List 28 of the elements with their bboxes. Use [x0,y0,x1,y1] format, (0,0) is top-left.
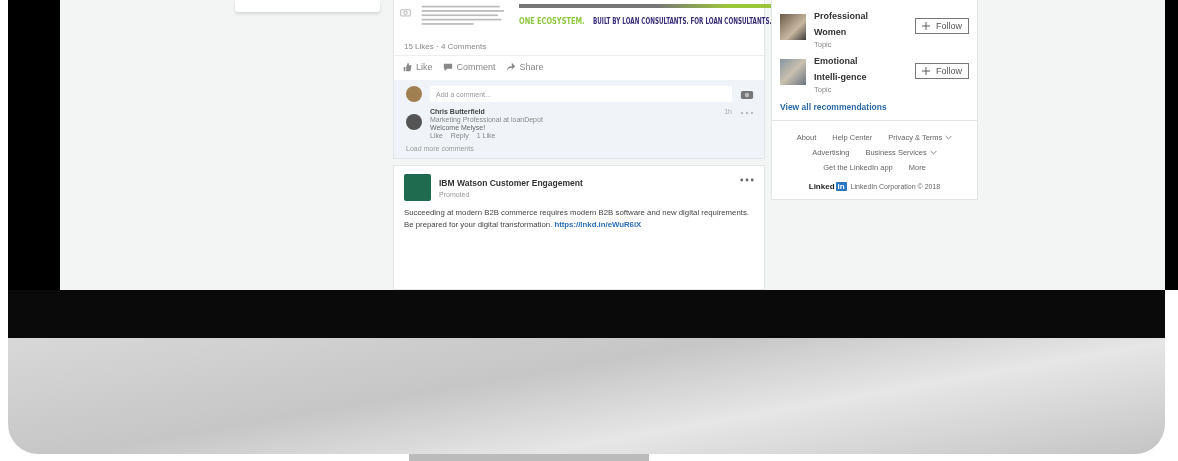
company-name[interactable]: IBM Watson Customer Engagement [439,178,732,188]
speech-bubble-icon [442,62,453,72]
more-icon[interactable] [740,178,754,182]
thumbs-up-icon [402,62,412,72]
company-logo [404,174,431,201]
follow-button[interactable]: Follow [915,18,969,34]
banner-tagline: BUILT BY LOAN CONSULTANTS. FOR LOAN CONSULTANTS. [593,16,772,26]
chevron-down-icon [945,135,953,140]
post-stats: 15 Likes · 4 Comments [394,38,764,56]
plus-icon [922,67,930,75]
linkedin-logo: Linked in [808,182,847,191]
like-button[interactable]: Like [402,62,433,72]
camera-icon[interactable] [740,88,754,100]
chevron-down-icon [929,150,937,155]
follow-button[interactable]: Follow [915,63,969,79]
share-arrow-icon [505,62,516,72]
topic-name[interactable]: Professional Women [814,8,884,40]
avatar [406,114,422,130]
comment-button[interactable]: Comment [442,62,496,72]
camera-icon [400,8,411,17]
topic-image [780,14,806,40]
share-button[interactable]: Share [505,62,544,72]
topic-name[interactable]: Emotional Intelli-gence [814,53,884,85]
banner-lead: ONE ECOSYSTEM. [519,16,585,26]
plus-icon [922,22,930,30]
avatar [406,86,422,102]
topic-image [780,59,806,85]
view-all-link[interactable]: View all recommendations [780,98,969,112]
